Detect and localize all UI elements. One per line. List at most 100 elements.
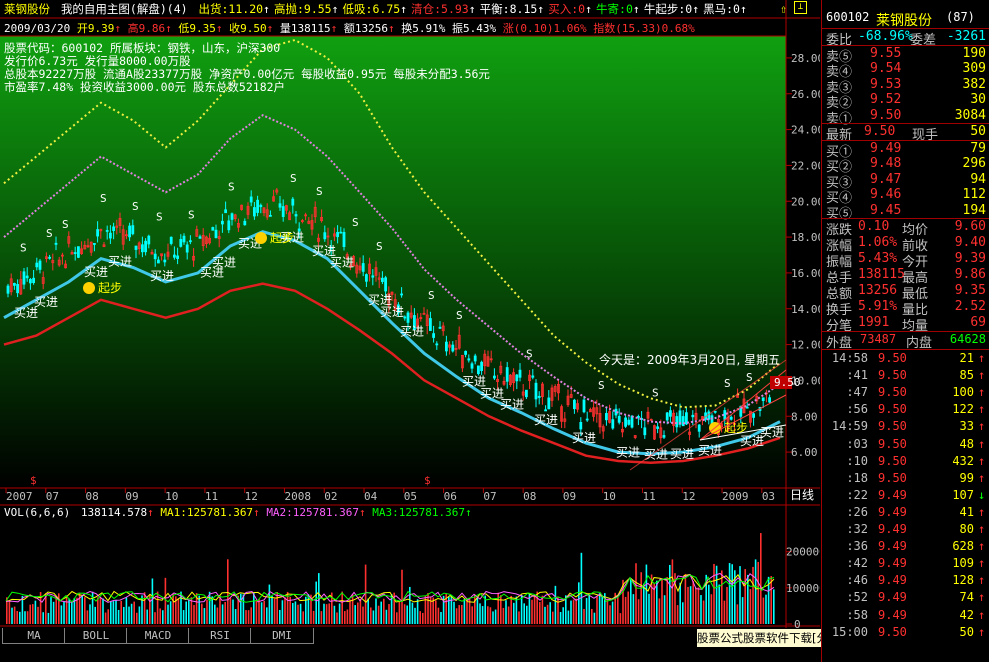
bar-high: 高9.86 bbox=[127, 22, 166, 35]
ask-price: 9.55 bbox=[870, 46, 902, 61]
vol-value: 138114.578 bbox=[80, 506, 148, 519]
volume-bar bbox=[572, 599, 575, 624]
volume-bar bbox=[502, 607, 505, 624]
tick-volume: 80 bbox=[959, 522, 974, 536]
volume-bar bbox=[588, 593, 590, 624]
bid-price: 9.48 bbox=[870, 156, 902, 172]
candle-body bbox=[109, 232, 112, 239]
period-label[interactable]: 日线 bbox=[790, 488, 814, 502]
candle-body bbox=[172, 254, 176, 258]
volume-bar bbox=[307, 594, 310, 624]
volume-bar bbox=[544, 606, 546, 624]
candle-body bbox=[691, 414, 695, 418]
bid-volume: 94 bbox=[970, 171, 986, 187]
main-chart-svg[interactable]: 28.00 26.00 24.00 22.00 20.00 18.00 16.00 14.00… bbox=[0, 0, 820, 662]
volume-bar bbox=[328, 603, 330, 624]
tab-ma[interactable]: MA bbox=[2, 628, 66, 644]
candle-body bbox=[25, 275, 29, 279]
tick-price: 9.49 bbox=[878, 487, 907, 502]
chart-area[interactable]: 28.00 26.00 24.00 22.00 20.00 18.00 16.00 14.00… bbox=[0, 0, 977, 662]
price-tick-label: 12.00 bbox=[791, 339, 820, 352]
tick-row: :32 9.49 80 ↑ bbox=[822, 522, 989, 537]
dividend-s-marker: $ bbox=[30, 474, 37, 487]
volume-bar bbox=[710, 594, 713, 624]
tick-time: :18 bbox=[846, 470, 868, 485]
volume-bar bbox=[86, 610, 89, 624]
volume-bar bbox=[406, 605, 408, 624]
candle-body bbox=[243, 220, 247, 226]
header-item-6: 牛寄:0 bbox=[596, 2, 633, 16]
stock-code: 600102 bbox=[826, 10, 870, 24]
volume-bar bbox=[84, 597, 86, 624]
volume-bar bbox=[648, 593, 650, 624]
volume-bar bbox=[679, 582, 681, 624]
ask-volume: 190 bbox=[962, 46, 986, 61]
volume-bar bbox=[526, 605, 528, 624]
volume-bar bbox=[562, 607, 564, 624]
time-tick-label: 07 bbox=[46, 490, 59, 503]
volume-bar bbox=[97, 597, 99, 624]
candle-body bbox=[371, 275, 375, 278]
volume-bar bbox=[336, 612, 338, 624]
volume-bar bbox=[585, 598, 588, 624]
tick-direction-icon: ↑ bbox=[978, 419, 986, 434]
bar-amount: 额13256 bbox=[343, 22, 388, 35]
sell-signal-marker: S bbox=[428, 289, 435, 302]
volume-bar bbox=[302, 611, 304, 624]
ask-price: 9.52 bbox=[870, 92, 902, 108]
time-tick-label: 11 bbox=[642, 490, 655, 503]
time-tick-label: 12 bbox=[682, 490, 695, 503]
candle-body bbox=[768, 397, 771, 403]
volume-bar bbox=[128, 606, 130, 624]
tick-time: :41 bbox=[846, 368, 868, 383]
up-arrow-icon[interactable]: ⇧ bbox=[780, 2, 787, 16]
stat-value: 9.86 bbox=[954, 267, 986, 282]
volume-bar bbox=[112, 601, 115, 624]
tab-dmi[interactable]: DMI bbox=[250, 628, 314, 644]
volume-bar bbox=[89, 604, 91, 624]
tick-direction-icon: ↑ bbox=[978, 590, 986, 605]
volume-bar bbox=[713, 563, 715, 624]
volume-bar bbox=[578, 582, 580, 624]
volume-bar bbox=[757, 561, 759, 624]
tab-macd[interactable]: MACD bbox=[126, 628, 190, 644]
ask-volume: 382 bbox=[962, 76, 986, 92]
buy-marker: 买进 bbox=[534, 413, 558, 427]
tab-boll[interactable]: BOLL bbox=[64, 628, 128, 644]
volume-bar bbox=[292, 603, 294, 624]
volume-bar bbox=[375, 598, 377, 624]
candle-body bbox=[745, 406, 749, 409]
volume-bar bbox=[164, 577, 167, 624]
vol-indicator-name[interactable]: VOL(6,6,6) bbox=[4, 506, 70, 519]
volume-bar bbox=[29, 604, 31, 624]
candle-body bbox=[752, 413, 755, 418]
candle-body bbox=[211, 227, 215, 231]
candle-body bbox=[278, 203, 282, 208]
view-title[interactable]: 我的自用主图(解盘)(4) bbox=[61, 2, 188, 16]
stat-row: 总手 138115 最高 9.86 bbox=[822, 267, 989, 286]
tab-rsi[interactable]: RSI bbox=[188, 628, 252, 644]
volume-bar bbox=[380, 601, 382, 624]
volume-bar bbox=[253, 592, 255, 624]
candle-body bbox=[156, 259, 160, 264]
candle-body bbox=[128, 225, 132, 238]
bid-volume: 296 bbox=[962, 156, 986, 172]
tick-time: :47 bbox=[846, 385, 868, 400]
volume-bar bbox=[19, 611, 21, 624]
volume-bar bbox=[760, 533, 762, 624]
tick-volume: 50 bbox=[959, 624, 974, 639]
candle-body bbox=[656, 426, 659, 429]
volume-bar bbox=[728, 563, 731, 624]
candle-body bbox=[96, 229, 99, 237]
candle-body bbox=[6, 285, 10, 294]
candle-body bbox=[380, 277, 384, 282]
bid-volume: 79 bbox=[970, 141, 986, 156]
candle-body bbox=[573, 399, 576, 410]
candle-body bbox=[643, 427, 647, 436]
volume-bar bbox=[606, 599, 609, 624]
volume-bar bbox=[507, 606, 510, 624]
volume-bar bbox=[224, 602, 226, 624]
pin-icon[interactable]: ⊥ bbox=[794, 1, 807, 14]
ask-volume: 309 bbox=[962, 61, 986, 77]
stat-row: 换手 5.91% 量比 2.52 bbox=[822, 299, 989, 318]
